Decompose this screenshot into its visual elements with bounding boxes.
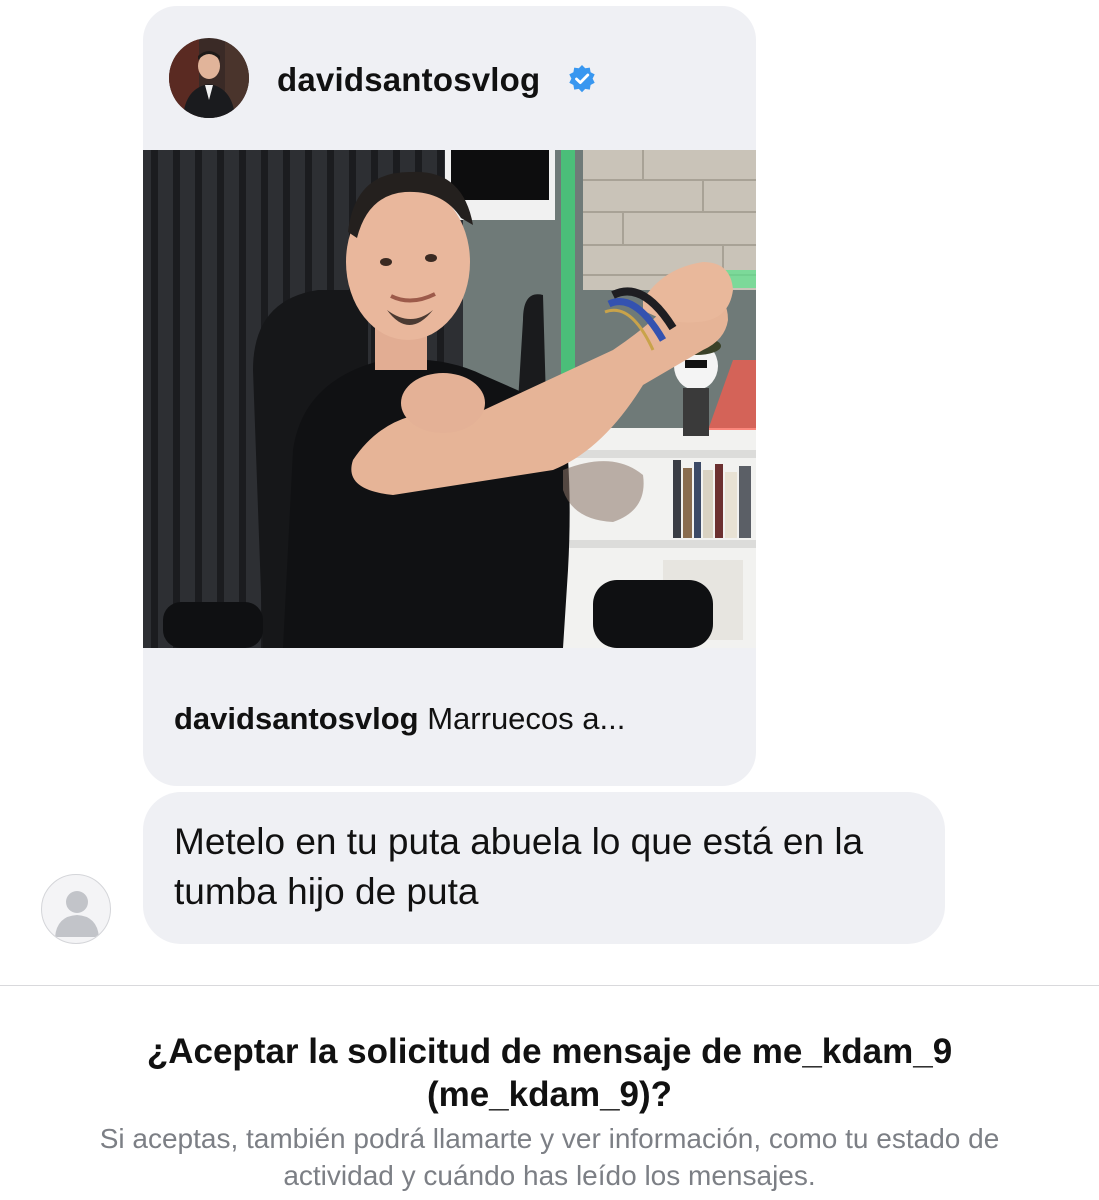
shared-post-header[interactable]: davidsantosvlog (143, 6, 756, 150)
section-divider (0, 985, 1099, 986)
message-text: Metelo en tu puta abuela lo que está en … (174, 821, 864, 912)
shared-post-card[interactable]: davidsantosvlog davidsantosvlog Marrueco… (143, 6, 756, 786)
default-user-icon[interactable] (41, 874, 111, 944)
caption-text: Marruecos a... (427, 701, 626, 736)
message-request-description: Si aceptas, también podrá llamarte y ver… (99, 1123, 1000, 1191)
shared-post-photo[interactable] (143, 150, 756, 648)
message-request-title: ¿Aceptar la solicitud de mensaje de me_k… (146, 1032, 953, 1114)
dm-request-screen: davidsantosvlog davidsantosvlog Marrueco… (0, 0, 1099, 1200)
verified-badge-icon (569, 65, 595, 93)
caption-username: davidsantosvlog (174, 701, 419, 736)
shared-post-caption[interactable]: davidsantosvlog Marruecos a... (174, 701, 625, 737)
post-author-avatar[interactable] (169, 38, 249, 118)
message-bubble[interactable]: Metelo en tu puta abuela lo que está en … (143, 792, 945, 944)
post-author-username[interactable]: davidsantosvlog (277, 61, 540, 99)
